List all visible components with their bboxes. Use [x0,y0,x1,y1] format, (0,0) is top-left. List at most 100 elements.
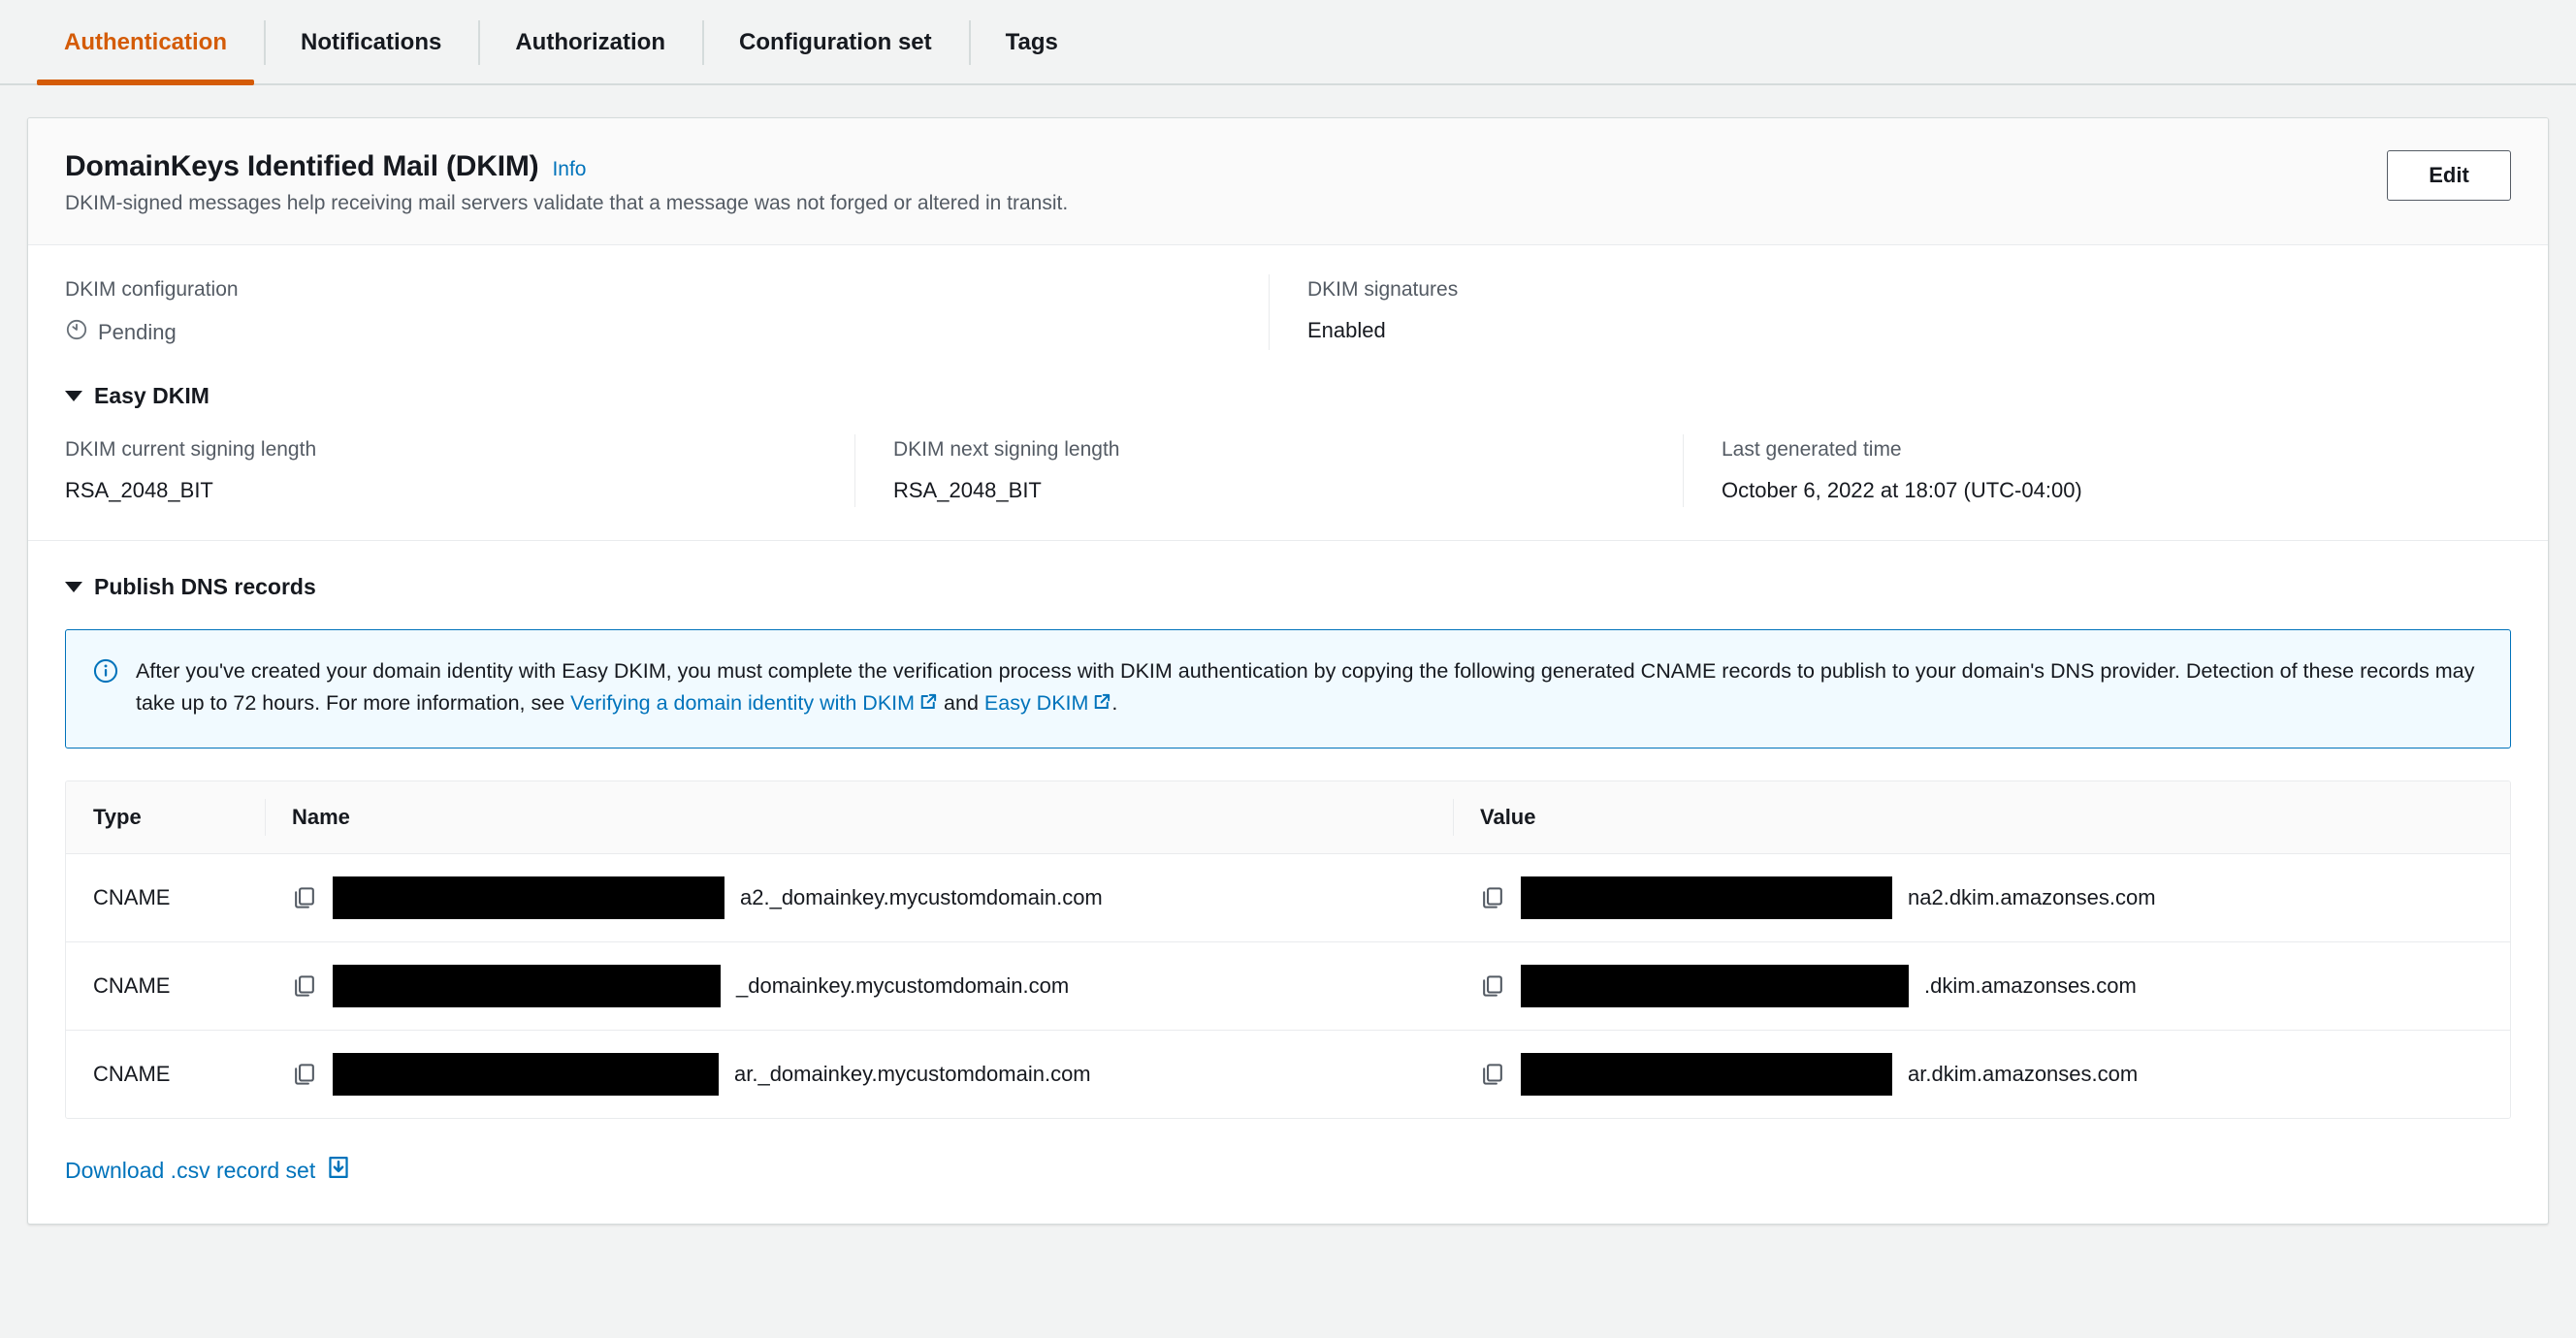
cell-value-text: ar.dkim.amazonses.com [1908,1062,2139,1087]
copy-icon[interactable] [292,885,317,910]
cell-value: .dkim.amazonses.com [1453,941,2510,1032]
cell-name-text: a2._domainkey.mycustomdomain.com [740,885,1103,910]
clock-icon [65,318,88,346]
dkim-configuration-value: Pending [98,319,177,344]
dkim-signatures-value: Enabled [1307,318,1386,342]
card-description: DKIM-signed messages help receiving mail… [65,192,1069,214]
name-copy-group: a2._domainkey.mycustomdomain.com [292,876,1453,920]
table-row: CNAME ar._domainkey.mycustomdomain.com a… [66,1031,2510,1119]
dns-records-table-wrapper: Type Name Value CNAME a2._domainkey.mycu… [65,780,2511,1120]
verifying-domain-identity-link[interactable]: Verifying a domain identity with DKIM [570,691,915,715]
column-header-value: Value [1453,781,2510,855]
copy-icon[interactable] [292,1062,317,1087]
tab-authentication[interactable]: Authentication [27,0,264,85]
caret-down-icon [65,391,82,401]
table-row: CNAME a2._domainkey.mycustomdomain.com n… [66,853,2510,943]
name-copy-group: _domainkey.mycustomdomain.com [292,965,1453,1008]
redaction-bar [333,965,721,1008]
download-csv-link[interactable]: Download .csv record set [65,1156,350,1185]
dkim-signatures-field: DKIM signatures Enabled [1269,274,2511,350]
page-title: DomainKeys Identified Mail (DKIM) [65,150,539,182]
copy-icon[interactable] [1480,1062,1505,1087]
name-copy-group: ar._domainkey.mycustomdomain.com [292,1053,1453,1097]
dkim-current-signing-length-label: DKIM current signing length [65,438,317,461]
redaction-bar [1521,1053,1892,1097]
redaction-bar [1521,876,1892,920]
dkim-status-section: DKIM configuration Pending DKIM signatur… [28,245,2548,383]
table-row: CNAME _domainkey.mycustomdomain.com .dki… [66,941,2510,1032]
download-icon [327,1156,350,1185]
info-link[interactable]: Info [552,158,586,181]
info-alert-body: After you've created your domain identit… [136,659,2475,715]
card-header: DomainKeys Identified Mail (DKIM) Info D… [28,118,2548,245]
redaction-bar [333,876,724,920]
dkim-card: DomainKeys Identified Mail (DKIM) Info D… [27,117,2549,1226]
cell-name-text: _domainkey.mycustomdomain.com [736,973,1070,999]
cell-name: ar._domainkey.mycustomdomain.com [265,1031,1453,1119]
tab-configuration-set-label: Configuration set [738,29,932,55]
dkim-current-signing-length-value: RSA_2048_BIT [65,478,213,502]
info-alert-text: After you've created your domain identit… [136,655,2483,720]
last-generated-time-value: October 6, 2022 at 18:07 (UTC-04:00) [1722,478,2082,502]
download-row: Download .csv record set [28,1156,2548,1224]
value-copy-group: na2.dkim.amazonses.com [1480,876,2510,920]
dkim-signatures-label: DKIM signatures [1307,278,1459,301]
easy-dkim-link[interactable]: Easy DKIM [984,691,1089,715]
tab-authentication-label: Authentication [64,29,227,55]
value-copy-group: ar.dkim.amazonses.com [1480,1053,2510,1097]
cell-value: na2.dkim.amazonses.com [1453,853,2510,943]
publish-dns-expander[interactable]: Publish DNS records [65,574,2511,600]
column-header-type: Type [66,781,265,855]
redaction-bar [1521,965,1909,1008]
cell-type: CNAME [93,1062,171,1087]
external-link-icon [1092,689,1111,721]
tab-notifications[interactable]: Notifications [264,0,478,85]
tab-authorization[interactable]: Authorization [478,0,702,85]
info-alert-end: . [1111,690,1118,715]
easy-dkim-section: Easy DKIM DKIM current signing length RS… [28,383,2548,540]
external-link-icon [918,689,938,721]
tab-configuration-set[interactable]: Configuration set [701,0,969,85]
download-csv-label: Download .csv record set [65,1157,316,1183]
publish-dns-label: Publish DNS records [94,574,316,599]
dkim-next-signing-length-value: RSA_2048_BIT [893,478,1042,502]
info-icon [93,658,118,720]
dkim-next-signing-length-field: DKIM next signing length RSA_2048_BIT [854,434,1683,507]
redaction-bar [333,1053,719,1097]
last-generated-time-label: Last generated time [1722,438,1902,461]
dkim-current-signing-length-field: DKIM current signing length RSA_2048_BIT [65,438,854,503]
copy-icon[interactable] [292,973,317,999]
publish-dns-section: Publish DNS records After you've created… [28,541,2548,1156]
status-badge: Pending [65,318,1230,346]
cell-value-text: na2.dkim.amazonses.com [1908,885,2156,910]
cell-value-text: .dkim.amazonses.com [1924,973,2137,999]
table-head: Type Name Value [66,781,2510,855]
tab-bar: Authentication Notifications Authorizati… [0,0,2576,85]
edit-button[interactable]: Edit [2387,150,2511,201]
cell-name-text: ar._domainkey.mycustomdomain.com [734,1062,1091,1087]
table-header-row: Type Name Value [66,781,2510,855]
cell-name: a2._domainkey.mycustomdomain.com [265,853,1453,943]
value-copy-group: .dkim.amazonses.com [1480,965,2510,1008]
easy-dkim-expander[interactable]: Easy DKIM [65,383,2511,409]
table-body: CNAME a2._domainkey.mycustomdomain.com n… [66,853,2510,1119]
card-header-text: DomainKeys Identified Mail (DKIM) Info D… [65,150,1068,215]
tab-authorization-label: Authorization [515,29,665,55]
cell-type: CNAME [66,941,265,1032]
copy-icon[interactable] [1480,885,1505,910]
cell-name: _domainkey.mycustomdomain.com [265,941,1453,1032]
dkim-configuration-field: DKIM configuration Pending [65,278,1269,346]
dns-records-table: Type Name Value CNAME a2._domainkey.mycu… [66,781,2510,1118]
info-alert: After you've created your domain identit… [65,629,2511,749]
copy-icon[interactable] [1480,973,1505,999]
info-alert-mid: and [938,690,984,715]
dkim-status-grid: DKIM configuration Pending DKIM signatur… [65,274,2511,350]
easy-dkim-label: Easy DKIM [94,383,209,408]
caret-down-icon [65,582,82,592]
last-generated-time-field: Last generated time October 6, 2022 at 1… [1683,434,2511,507]
cell-value: ar.dkim.amazonses.com [1453,1031,2510,1119]
tab-tags[interactable]: Tags [968,0,1095,85]
dkim-next-signing-length-label: DKIM next signing length [893,438,1120,461]
column-header-name: Name [265,781,1453,855]
cell-type: CNAME [66,853,265,943]
